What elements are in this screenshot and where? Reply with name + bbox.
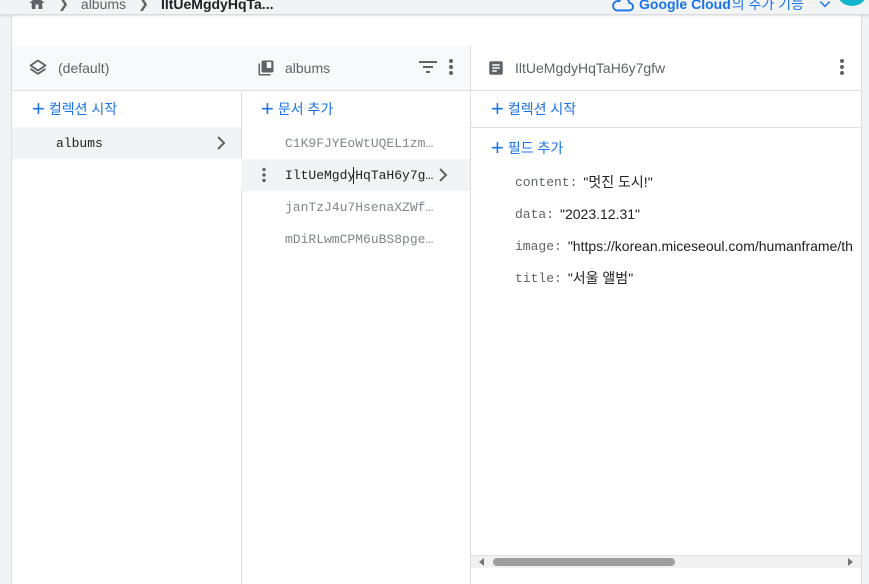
top-bar: ❯ albums ❯ IltUeMgdyHqTa... Google Cloud… — [0, 0, 869, 15]
breadcrumb-current[interactable]: IltUeMgdyHqTa... — [161, 0, 274, 12]
more-vert-icon[interactable] — [839, 58, 845, 79]
start-collection-button[interactable]: + 컬렉션 시작 — [12, 91, 241, 127]
field-row[interactable]: title: "서울 앨범" — [471, 262, 861, 294]
chevron-right-icon — [217, 136, 226, 150]
database-icon — [28, 58, 48, 78]
google-cloud-features-link[interactable]: Google Cloud 의 추가 기능 — [612, 0, 837, 14]
breadcrumb: ❯ albums ❯ IltUeMgdyHqTa... — [28, 0, 274, 14]
collection-column: albums + 문서 추가 C1K9FJYEoWtUQEL1zm... Ilt… — [241, 46, 471, 584]
document-item[interactable]: mDiRLwmCPM6uBS8pge... — [241, 223, 470, 255]
field-row[interactable]: content: "멋진 도시!" — [471, 166, 861, 198]
document-title: IltUeMgdyHqTaH6y7gfw — [515, 60, 666, 76]
field-key: content: — [515, 174, 578, 190]
google-cloud-brand: Google Cloud — [639, 0, 731, 12]
collection-header: albums — [241, 46, 470, 91]
more-vert-icon[interactable] — [261, 167, 267, 187]
plus-icon: + — [491, 96, 504, 121]
document-column: IltUeMgdyHqTaH6y7gfw + 컬렉션 시작 + 필드 추가 co… — [471, 46, 861, 584]
field-key: image: — [515, 238, 562, 254]
scroll-right-arrow-icon[interactable] — [848, 558, 853, 566]
chevron-down-icon — [819, 1, 831, 8]
plus-icon: + — [491, 135, 504, 160]
add-field-button[interactable]: + 필드 추가 — [471, 130, 861, 166]
collection-item-albums[interactable]: albums — [12, 127, 241, 159]
document-id: janTzJ4u7HsenaXZWf... — [285, 199, 437, 215]
document-item[interactable]: C1K9FJYEoWtUQEL1zm... — [241, 127, 470, 159]
add-document-label: 문서 추가 — [277, 101, 334, 117]
horizontal-scrollbar[interactable] — [471, 555, 861, 568]
field-value: "서울 앨범" — [567, 270, 634, 286]
field-value: "https://korean.miceseoul.com/humanframe… — [567, 238, 853, 254]
collection-icon — [257, 59, 275, 77]
field-row[interactable]: data: "2023.12.31" — [471, 198, 861, 230]
field-row[interactable]: image: "https://korean.miceseoul.com/hum… — [471, 230, 861, 262]
chevron-right-icon: ❯ — [138, 0, 149, 11]
text-cursor — [353, 167, 354, 184]
document-item-selected[interactable]: IltUeMgdyHqTaH6y7g... — [241, 159, 470, 191]
document-icon — [487, 59, 505, 77]
document-id: mDiRLwmCPM6uBS8pge... — [285, 231, 437, 247]
collection-name: albums — [56, 135, 103, 151]
start-subcollection-button[interactable]: + 컬렉션 시작 — [471, 91, 861, 128]
add-document-button[interactable]: + 문서 추가 — [241, 91, 470, 127]
field-value: "2023.12.31" — [560, 206, 641, 222]
field-value: "멋진 도시!" — [583, 174, 653, 190]
more-vert-icon[interactable] — [448, 58, 454, 79]
field-key: title: — [515, 270, 562, 286]
database-column: (default) + 컬렉션 시작 albums — [12, 46, 242, 584]
chevron-right-icon — [439, 168, 448, 182]
start-subcollection-label: 컬렉션 시작 — [507, 101, 577, 117]
document-id: C1K9FJYEoWtUQEL1zm... — [285, 135, 437, 151]
chevron-right-icon: ❯ — [58, 0, 69, 11]
scroll-left-arrow-icon[interactable] — [479, 558, 484, 566]
google-cloud-suffix: 의 추가 기능 — [731, 0, 804, 12]
firestore-data-panel: (default) + 컬렉션 시작 albums albums + 문서 추가… — [11, 14, 862, 584]
database-header: (default) — [12, 46, 241, 91]
breadcrumb-item[interactable]: albums — [81, 0, 126, 12]
document-item[interactable]: janTzJ4u7HsenaXZWf... — [241, 191, 470, 223]
collection-title: albums — [285, 60, 331, 76]
document-header: IltUeMgdyHqTaH6y7gfw — [471, 46, 861, 91]
home-icon[interactable] — [28, 0, 46, 14]
filter-icon[interactable] — [418, 59, 438, 78]
add-field-label: 필드 추가 — [507, 140, 564, 156]
plus-icon: + — [32, 96, 45, 121]
start-collection-label: 컬렉션 시작 — [48, 101, 118, 117]
plus-icon: + — [261, 96, 274, 121]
document-id: IltUeMgdyHqTaH6y7g... — [285, 167, 437, 183]
field-key: data: — [515, 206, 555, 222]
cloud-icon — [612, 0, 634, 12]
scrollbar-thumb[interactable] — [493, 558, 675, 566]
database-title: (default) — [58, 60, 110, 76]
